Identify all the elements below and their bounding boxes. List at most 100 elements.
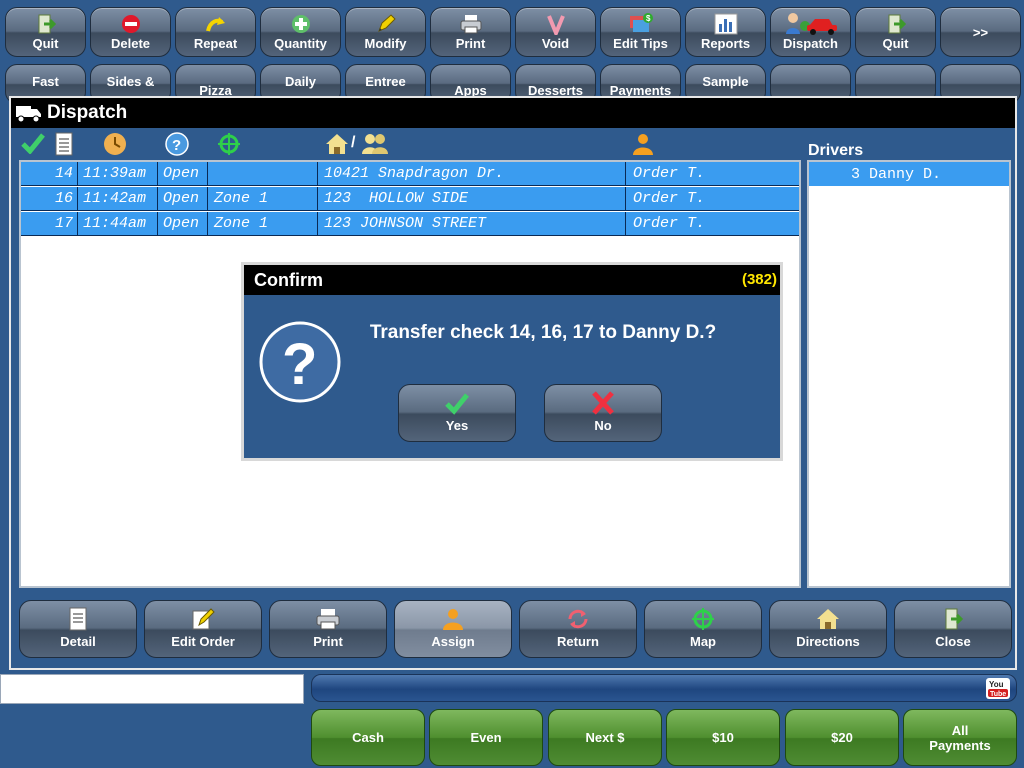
reports-button[interactable]: Reports <box>685 7 766 57</box>
tab-label: Payments <box>609 83 672 98</box>
document-icon <box>20 607 136 631</box>
main-toolbar: Quit Delete Repeat Quantity Modify Print <box>0 0 1024 62</box>
confirm-dialog: Confirm (382) ? Transfer check 14, 16, 1… <box>241 262 783 461</box>
check-number: 14 <box>54 165 73 182</box>
address-header-slash: / <box>351 134 356 151</box>
tab-label: Daily <box>284 74 317 89</box>
void-button[interactable]: Void <box>515 7 596 57</box>
yes-button[interactable]: Yes <box>398 384 516 442</box>
modify-button[interactable]: Modify <box>345 7 426 57</box>
order-status: Open <box>163 165 200 182</box>
check-icon[interactable] <box>21 132 45 159</box>
drivers-heading: Drivers <box>808 142 864 159</box>
repeat-button[interactable]: Repeat <box>175 7 256 57</box>
order-time: 11:42am <box>83 190 147 207</box>
youtube-icon[interactable]: You Tube <box>986 678 1010 699</box>
home-icon <box>770 607 886 631</box>
dispatch-title: Dispatch <box>47 102 128 123</box>
print-order-button[interactable]: Print <box>269 600 387 658</box>
driver-icon[interactable] <box>631 132 655 161</box>
assign-button[interactable]: Assign <box>394 600 512 658</box>
even-button[interactable]: Even <box>429 709 543 766</box>
question-icon: ? <box>258 320 342 409</box>
order-type: Order T. <box>633 215 706 232</box>
printer-icon <box>270 607 386 631</box>
quantity-label: Quantity <box>274 36 327 51</box>
help-icon[interactable]: ? <box>165 132 189 161</box>
crosshair-icon[interactable] <box>217 132 241 161</box>
crosshair-icon <box>645 607 761 631</box>
svg-text:Tube: Tube <box>990 691 1006 698</box>
dispatch-button[interactable]: Dispatch <box>770 7 851 57</box>
next-dollar-button[interactable]: Next $ <box>548 709 662 766</box>
ten-dollar-button[interactable]: $10 <box>666 709 780 766</box>
directions-button[interactable]: Directions <box>769 600 887 658</box>
exit-door-icon <box>856 13 935 35</box>
tab-label: Desserts <box>528 83 583 98</box>
driver-item[interactable]: 3 Danny D. <box>809 162 1009 186</box>
order-time: 11:39am <box>83 165 147 182</box>
edit-order-button[interactable]: Edit Order <box>144 600 262 658</box>
table-row[interactable]: 14 11:39am Open 10421 Snapdragon Dr. Ord… <box>21 162 799 186</box>
detail-button[interactable]: Detail <box>19 600 137 658</box>
more-button[interactable]: >> <box>940 7 1021 57</box>
assign-label: Assign <box>431 634 475 649</box>
print-label: Print <box>455 36 486 51</box>
exit-door-icon <box>6 13 85 35</box>
document-icon[interactable] <box>55 132 73 161</box>
category-tabs: Fast Sides & Pizza Daily Entree Apps Des… <box>0 64 1024 104</box>
quit-label: Quit <box>32 36 59 51</box>
confirm-title: Confirm <box>254 270 323 290</box>
order-type: Order T. <box>633 190 706 207</box>
message-ticker: You Tube <box>311 674 1017 702</box>
twenty-dollar-button[interactable]: $20 <box>785 709 899 766</box>
svg-text:$: $ <box>646 14 651 23</box>
home-icon[interactable] <box>324 132 350 161</box>
print-button[interactable]: Print <box>430 7 511 57</box>
order-zone: Zone 1 <box>214 190 269 207</box>
exit-door-icon <box>895 607 1011 631</box>
order-zone: Zone 1 <box>214 215 269 232</box>
print-order-label: Print <box>313 634 343 649</box>
table-row[interactable]: 17 11:44am Open Zone 1 123 JOHNSON STREE… <box>21 212 799 236</box>
table-row[interactable]: 16 11:42am Open Zone 1 123 HOLLOW SIDE O… <box>21 187 799 211</box>
more-label: >> <box>972 25 989 40</box>
tab-label: Sample <box>702 74 749 89</box>
printer-icon <box>431 13 510 35</box>
detail-label: Detail <box>60 634 96 649</box>
input-area[interactable] <box>0 674 304 704</box>
bar-chart-icon <box>686 13 765 35</box>
map-label: Map <box>690 634 716 649</box>
quit-button[interactable]: Quit <box>5 7 86 57</box>
close-label: Close <box>935 634 971 649</box>
tab-label: Sides & <box>106 74 155 89</box>
edit-tips-button[interactable]: $ Edit Tips <box>600 7 681 57</box>
drivers-list: 3 Danny D. <box>807 160 1011 588</box>
cash-button[interactable]: Cash <box>311 709 425 766</box>
driver-name: 3 Danny D. <box>851 166 942 183</box>
map-button[interactable]: Map <box>644 600 762 658</box>
tab-label: Fast <box>32 74 59 89</box>
quit-button-2[interactable]: Quit <box>855 7 936 57</box>
driver-icon <box>395 607 511 631</box>
close-button[interactable]: Close <box>894 600 1012 658</box>
order-address: 123 HOLLOW SIDE <box>324 190 469 207</box>
order-type: Order T. <box>633 165 706 182</box>
return-button[interactable]: Return <box>519 600 637 658</box>
cash-card-icon: $ <box>601 13 680 35</box>
delete-button[interactable]: Delete <box>90 7 171 57</box>
dispatch-label: Dispatch <box>783 36 838 51</box>
clock-icon[interactable] <box>102 132 128 161</box>
truck-icon <box>16 104 42 128</box>
void-v-icon <box>516 13 595 35</box>
all-payments-button[interactable]: All Payments <box>903 709 1017 766</box>
customer-icon[interactable] <box>361 132 389 161</box>
edit-order-label: Edit Order <box>171 634 235 649</box>
order-status: Open <box>163 215 200 232</box>
delete-label: Delete <box>110 36 151 51</box>
plus-circle-icon <box>261 13 340 35</box>
quantity-button[interactable]: Quantity <box>260 7 341 57</box>
check-number: 16 <box>54 190 73 207</box>
void-label: Void <box>541 36 570 51</box>
no-button[interactable]: No <box>544 384 662 442</box>
